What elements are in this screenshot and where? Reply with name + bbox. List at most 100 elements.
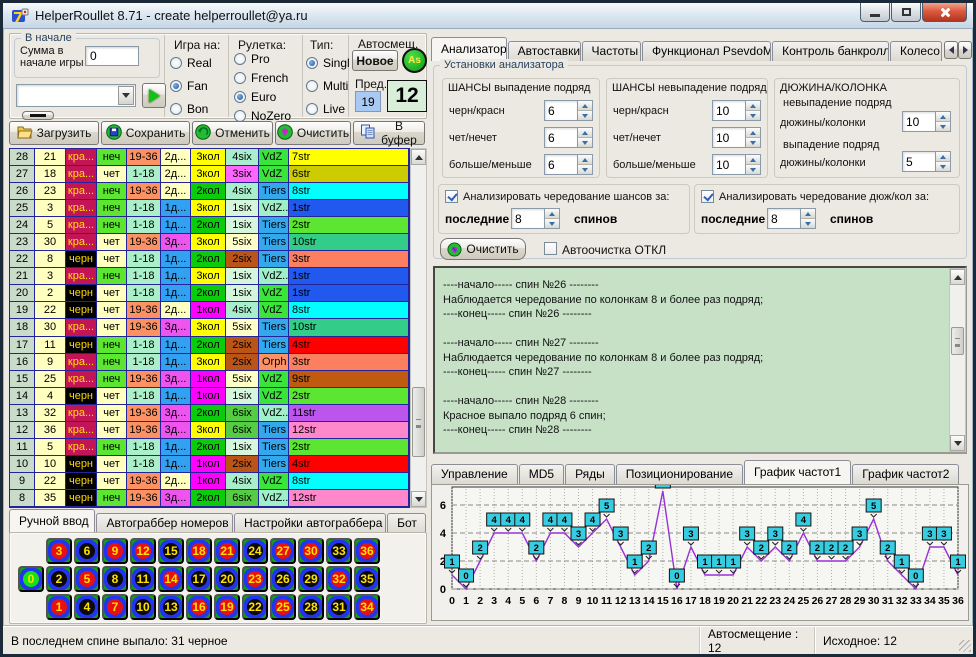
spin-up-button[interactable]: [746, 101, 760, 111]
num-30-button[interactable]: 30: [298, 538, 324, 564]
title-bar[interactable]: HelperRoullet 8.71 - create helperroulle…: [3, 3, 973, 29]
chances-spins-spinner[interactable]: [511, 208, 560, 229]
tab-частоты[interactable]: Частоты: [582, 41, 641, 61]
spin-up-button[interactable]: [936, 112, 950, 122]
table-row[interactable]: 2718кра...чет1-182д...3кол3sixVdZ6str: [10, 166, 409, 183]
tab-ручной-ввод[interactable]: Ручной ввод: [9, 509, 95, 533]
tab-управление[interactable]: Управление: [431, 464, 518, 484]
radio-type-singl[interactable]: Singl: [306, 56, 350, 70]
num-10-button[interactable]: 10: [130, 594, 156, 620]
resize-grip[interactable]: [959, 640, 971, 652]
table-scrollbar[interactable]: [410, 148, 427, 508]
radio-type-live[interactable]: Live: [306, 102, 345, 116]
tab-график-частот1[interactable]: График частот1: [744, 460, 851, 484]
analyzer-log[interactable]: ----начало----- спин №26 -------- Наблюд…: [433, 266, 967, 454]
tab-настройки-автограббера[interactable]: Настройки автограббера: [234, 513, 386, 533]
hit-spinner-1[interactable]: [544, 127, 593, 148]
num-17-button[interactable]: 17: [186, 566, 212, 592]
table-row[interactable]: 228чернчет1-181д...2кол2sixTiers3str: [10, 251, 409, 268]
table-row[interactable]: 2623кра...неч19-362д...2кол4sixTiers8str: [10, 183, 409, 200]
num-23-button[interactable]: 23: [242, 566, 268, 592]
num-36-button[interactable]: 36: [354, 538, 380, 564]
miss-spinner-2-value[interactable]: [712, 154, 746, 175]
miss-spinner-1[interactable]: [712, 127, 761, 148]
tab-функционал-psevdoms[interactable]: Функционал PsevdoMS: [642, 41, 771, 61]
maximize-button[interactable]: [891, 3, 921, 22]
num-8-button[interactable]: 8: [102, 566, 128, 592]
tab-анализатор[interactable]: Анализатор: [431, 37, 507, 61]
table-row[interactable]: 922чернчет19-362д...1кол4sixVdZ8str: [10, 473, 409, 490]
miss-spinner-1-value[interactable]: [712, 127, 746, 148]
radio-game-real[interactable]: Real: [170, 56, 212, 70]
table-row[interactable]: 835черннеч19-363д...2кол6sixVdZ...12str: [10, 490, 409, 507]
toolbar-undo-button[interactable]: Отменить: [192, 121, 273, 145]
num-12-button[interactable]: 12: [130, 538, 156, 564]
toolbar-save-button[interactable]: Сохранить: [101, 121, 190, 145]
tab-колесо-ру[interactable]: Колесо ру: [890, 41, 942, 61]
num-6-button[interactable]: 6: [74, 538, 100, 564]
num-24-button[interactable]: 24: [242, 538, 268, 564]
spin-dn-button[interactable]: [801, 219, 815, 228]
spin-up-button[interactable]: [578, 128, 592, 138]
table-row[interactable]: 1525кра...неч19-363д...1кол5sixVdZ9str: [10, 371, 409, 388]
minimize-button[interactable]: [860, 3, 890, 22]
dozens-spins-spinner[interactable]: [767, 208, 816, 229]
num-26-button[interactable]: 26: [270, 566, 296, 592]
spin-dn-button[interactable]: [545, 219, 559, 228]
num-9-button[interactable]: 9: [102, 538, 128, 564]
scroll-up-button[interactable]: [411, 149, 426, 165]
num-20-button[interactable]: 20: [214, 566, 240, 592]
scroll-up-button[interactable]: [950, 269, 965, 285]
tab-md5[interactable]: MD5: [519, 464, 564, 484]
spin-up-button[interactable]: [936, 152, 950, 162]
num-28-button[interactable]: 28: [298, 594, 324, 620]
dozen-miss-spinner[interactable]: [902, 111, 951, 132]
toolbar-folder-open-button[interactable]: Загрузить: [9, 121, 99, 145]
num-15-button[interactable]: 15: [158, 538, 184, 564]
new-button[interactable]: Новое: [352, 50, 398, 71]
spin-dn-button[interactable]: [936, 162, 950, 171]
spin-dn-button[interactable]: [746, 111, 760, 120]
num-11-button[interactable]: 11: [130, 566, 156, 592]
num-34-button[interactable]: 34: [354, 594, 380, 620]
radio-roulette-pro[interactable]: Pro: [234, 52, 270, 66]
spins-table[interactable]: 2821кра...неч19-362д...3кол4sixVdZ7str27…: [9, 148, 410, 508]
history-combobox[interactable]: [16, 84, 136, 107]
spin-up-button[interactable]: [578, 155, 592, 165]
num-33-button[interactable]: 33: [326, 538, 352, 564]
tab-график-частот2[interactable]: График частот2: [852, 464, 959, 484]
scroll-down-button[interactable]: [411, 491, 426, 507]
table-row[interactable]: 245кра...неч1-181д...2кол1sixTiers2str: [10, 217, 409, 234]
spin-up-button[interactable]: [801, 209, 815, 219]
table-row[interactable]: 253кра...неч1-181д...3кол1sixVdZ...1str: [10, 200, 409, 217]
num-3-button[interactable]: 3: [46, 538, 72, 564]
num-13-button[interactable]: 13: [158, 594, 184, 620]
tab-бот[interactable]: Бот: [387, 513, 426, 533]
num-31-button[interactable]: 31: [326, 594, 352, 620]
num-21-button[interactable]: 21: [214, 538, 240, 564]
table-row[interactable]: 1332кра...чет19-363д...2кол6sixVdZ...11s…: [10, 405, 409, 422]
table-row[interactable]: 2821кра...неч19-362д...3кол4sixVdZ7str: [10, 149, 409, 166]
tabs-scroll-left-button[interactable]: [944, 41, 958, 59]
radio-game-bon[interactable]: Bon: [170, 102, 208, 116]
tab-автоставки[interactable]: Автоставки: [508, 41, 581, 61]
spin-dn-button[interactable]: [578, 111, 592, 120]
hit-spinner-2[interactable]: [544, 154, 593, 175]
radio-game-fan[interactable]: Fan: [170, 79, 208, 93]
tab-ряды[interactable]: Ряды: [565, 464, 615, 484]
dozen-miss-spinner-value[interactable]: [902, 111, 936, 132]
combo-dropdown-button[interactable]: [118, 86, 134, 105]
radio-roulette-french[interactable]: French: [234, 71, 288, 85]
spin-dn-button[interactable]: [746, 138, 760, 147]
table-row[interactable]: 115кра...неч1-181д...2кол1sixTiers2str: [10, 439, 409, 456]
num-14-button[interactable]: 14: [158, 566, 184, 592]
collapse-button[interactable]: [22, 111, 54, 120]
hit-spinner-0-value[interactable]: [544, 100, 578, 121]
num-35-button[interactable]: 35: [354, 566, 380, 592]
spin-up-button[interactable]: [578, 101, 592, 111]
miss-spinner-2[interactable]: [712, 154, 761, 175]
num-5-button[interactable]: 5: [74, 566, 100, 592]
num-32-button[interactable]: 32: [326, 566, 352, 592]
table-row[interactable]: 169кра...неч1-181д...3кол2sixOrph3str: [10, 354, 409, 371]
spin-dn-button[interactable]: [936, 122, 950, 131]
